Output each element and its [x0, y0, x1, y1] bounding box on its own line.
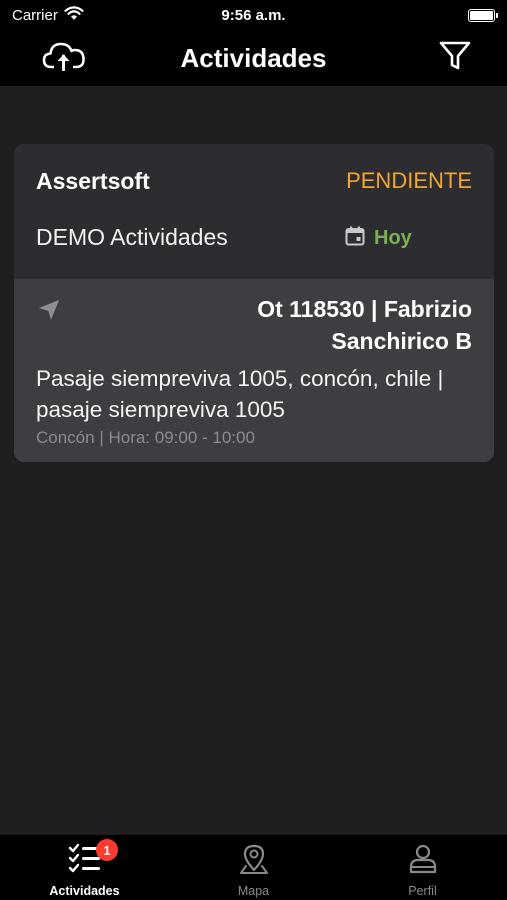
wifi-icon — [64, 5, 84, 25]
activity-card[interactable]: Assertsoft PENDIENTE DEMO Actividades Ho… — [14, 144, 494, 462]
tab-perfil[interactable]: Perfil — [338, 835, 507, 900]
battery-icon — [468, 8, 498, 22]
carrier-label: Carrier — [12, 6, 58, 24]
status-time: 9:56 a.m. — [221, 6, 286, 24]
tab-mapa[interactable]: Mapa — [169, 835, 338, 900]
company-name: Assertsoft — [36, 168, 150, 194]
tab-label-mapa: Mapa — [237, 884, 270, 898]
page-title: Actividades — [180, 42, 327, 73]
activities-list[interactable]: Assertsoft PENDIENTE DEMO Actividades Ho… — [0, 86, 507, 834]
navigation-arrow-icon[interactable] — [36, 297, 62, 328]
status-left: Carrier — [12, 5, 182, 25]
cloud-upload-icon — [42, 41, 86, 76]
tab-label-perfil: Perfil — [408, 884, 437, 898]
status-right — [325, 8, 498, 22]
activity-date: Hoy — [344, 225, 412, 252]
status-badge: PENDIENTE — [346, 168, 472, 193]
app-screen: Carrier 9:56 a.m. Actividades Assertsoft… — [0, 0, 507, 900]
cloud-upload-button[interactable] — [42, 38, 86, 78]
address-text: Pasaje siempreviva 1005, concón, chile |… — [36, 366, 444, 422]
tab-bar: 1 Actividades Mapa Perfil — [0, 834, 507, 900]
activity-name: DEMO Actividades — [36, 224, 228, 250]
nav-bar: Actividades — [0, 30, 507, 86]
battery-fill — [470, 10, 493, 20]
filter-button[interactable] — [433, 38, 477, 78]
location-time-text: Concón | Hora: 09:00 - 10:00 — [36, 428, 255, 447]
calendar-icon — [344, 225, 366, 252]
tab-label-actividades: Actividades — [49, 884, 120, 898]
date-label: Hoy — [374, 227, 412, 249]
map-pin-icon — [237, 843, 271, 880]
activity-card-header: Assertsoft PENDIENTE DEMO Actividades Ho… — [14, 144, 494, 279]
work-order-title: Ot 118530 | Fabrizio Sanchirico B — [257, 296, 472, 354]
person-icon — [406, 843, 440, 880]
tab-actividades[interactable]: 1 Actividades — [0, 835, 169, 900]
filter-icon — [439, 40, 471, 77]
notification-badge: 1 — [96, 839, 118, 861]
activity-card-details: Ot 118530 | Fabrizio Sanchirico B Pasaje… — [14, 279, 494, 462]
status-bar: Carrier 9:56 a.m. — [0, 0, 507, 30]
